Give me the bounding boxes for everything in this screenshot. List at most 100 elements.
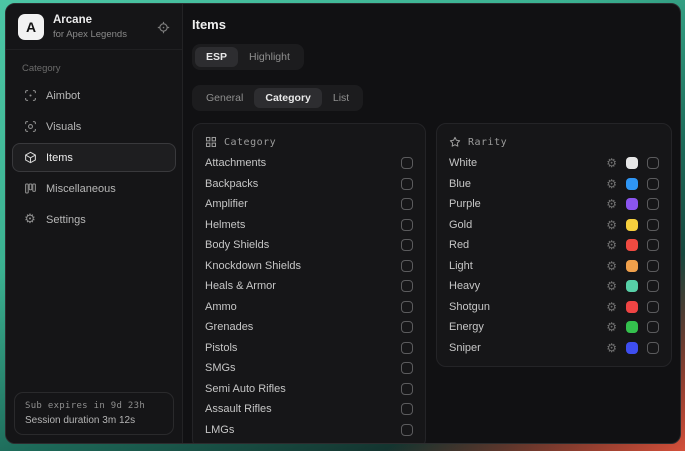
rarity-checkbox[interactable]	[647, 301, 659, 313]
tabs: General Category List	[192, 85, 363, 111]
category-row: Ammo	[205, 297, 413, 318]
category-checkbox[interactable]	[401, 280, 413, 292]
rarity-row: Red ⚙	[449, 235, 659, 256]
gear-icon[interactable]: ⚙	[606, 260, 617, 272]
rarity-row: Light ⚙	[449, 256, 659, 277]
brand-text: Arcane for Apex Legends	[53, 14, 127, 40]
gear-icon[interactable]: ⚙	[606, 178, 617, 190]
rarity-row-controls: ⚙	[606, 219, 659, 231]
category-row-label: Semi Auto Rifles	[205, 383, 401, 395]
subscription-info-box: Sub expires in 9d 23h Session duration 3…	[14, 392, 174, 435]
color-swatch[interactable]	[626, 280, 638, 292]
color-swatch[interactable]	[626, 198, 638, 210]
rarity-checkbox[interactable]	[647, 280, 659, 292]
color-swatch[interactable]	[626, 342, 638, 354]
sidebar-section-label: Category	[6, 50, 182, 79]
mode-esp-button[interactable]: ESP	[195, 47, 238, 67]
category-row: LMGs	[205, 420, 413, 441]
category-checkbox[interactable]	[401, 239, 413, 251]
sidebar-item-miscellaneous[interactable]: Miscellaneous	[12, 174, 176, 203]
tab-category[interactable]: Category	[254, 88, 322, 108]
color-swatch[interactable]	[626, 178, 638, 190]
rarity-row-controls: ⚙	[606, 198, 659, 210]
category-card-title: Category	[224, 137, 276, 148]
rarity-row-label: Gold	[449, 219, 606, 231]
category-checkbox[interactable]	[401, 362, 413, 374]
rarity-checkbox[interactable]	[647, 342, 659, 354]
category-row-label: Backpacks	[205, 178, 401, 190]
gear-icon[interactable]: ⚙	[606, 239, 617, 251]
sidebar-item-label: Miscellaneous	[46, 183, 116, 195]
rarity-checkbox[interactable]	[647, 157, 659, 169]
category-row: Heals & Armor	[205, 276, 413, 297]
target-icon[interactable]	[157, 21, 170, 34]
rarity-checkbox[interactable]	[647, 260, 659, 272]
sidebar-item-aimbot[interactable]: Aimbot	[12, 81, 176, 110]
sub-expiry-text: Sub expires in 9d 23h	[25, 401, 163, 411]
rarity-row-controls: ⚙	[606, 301, 659, 313]
gear-icon[interactable]: ⚙	[606, 321, 617, 333]
color-swatch[interactable]	[626, 260, 638, 272]
rarity-checkbox[interactable]	[647, 178, 659, 190]
gear-icon[interactable]: ⚙	[606, 280, 617, 292]
color-swatch[interactable]	[626, 301, 638, 313]
tab-list[interactable]: List	[322, 88, 360, 108]
sidebar-item-settings[interactable]: ⚙ Settings	[12, 205, 176, 234]
rarity-checkbox[interactable]	[647, 198, 659, 210]
category-row: Amplifier	[205, 194, 413, 215]
category-checkbox[interactable]	[401, 301, 413, 313]
rarity-row-label: Red	[449, 239, 606, 251]
category-checkbox[interactable]	[401, 260, 413, 272]
category-row: Assault Rifles	[205, 399, 413, 420]
rarity-checkbox[interactable]	[647, 321, 659, 333]
rarity-list: White ⚙ Blue ⚙	[449, 153, 659, 358]
category-row-label: SMGs	[205, 362, 401, 374]
rarity-row: Purple ⚙	[449, 194, 659, 215]
rarity-row: Energy ⚙	[449, 317, 659, 338]
category-row-label: Ammo	[205, 301, 401, 313]
color-swatch[interactable]	[626, 157, 638, 169]
grid-icon	[205, 136, 217, 148]
category-row-label: Grenades	[205, 321, 401, 333]
category-checkbox[interactable]	[401, 342, 413, 354]
category-checkbox[interactable]	[401, 219, 413, 231]
star-icon	[449, 136, 461, 148]
category-checkbox[interactable]	[401, 383, 413, 395]
gear-icon[interactable]: ⚙	[606, 157, 617, 169]
gear-icon[interactable]: ⚙	[606, 342, 617, 354]
mode-highlight-button[interactable]: Highlight	[238, 47, 301, 67]
category-checkbox[interactable]	[401, 198, 413, 210]
sidebar-item-label: Visuals	[46, 121, 81, 133]
color-swatch[interactable]	[626, 219, 638, 231]
color-swatch[interactable]	[626, 239, 638, 251]
color-swatch[interactable]	[626, 321, 638, 333]
gear-icon[interactable]: ⚙	[606, 301, 617, 313]
gear-icon[interactable]: ⚙	[606, 198, 617, 210]
category-row: Helmets	[205, 215, 413, 236]
rarity-checkbox[interactable]	[647, 219, 659, 231]
sidebar-item-items[interactable]: Items	[12, 143, 176, 172]
category-row-label: Attachments	[205, 157, 401, 169]
rarity-row-label: Heavy	[449, 280, 606, 292]
category-checkbox[interactable]	[401, 424, 413, 436]
category-checkbox[interactable]	[401, 403, 413, 415]
category-row-label: LMGs	[205, 424, 401, 436]
gear-icon: ⚙	[23, 213, 37, 226]
category-checkbox[interactable]	[401, 157, 413, 169]
category-row: Attachments	[205, 153, 413, 174]
rarity-row-label: Blue	[449, 178, 606, 190]
eye-icon	[23, 120, 37, 133]
gear-icon[interactable]: ⚙	[606, 219, 617, 231]
category-checkbox[interactable]	[401, 321, 413, 333]
tab-general[interactable]: General	[195, 88, 254, 108]
columns-icon	[23, 182, 37, 195]
crosshair-icon	[23, 89, 37, 102]
category-row-label: Knockdown Shields	[205, 260, 401, 272]
sidebar-item-visuals[interactable]: Visuals	[12, 112, 176, 141]
category-row-label: Pistols	[205, 342, 401, 354]
rarity-checkbox[interactable]	[647, 239, 659, 251]
tabs-row: General Category List	[192, 85, 672, 111]
rarity-row-label: Shotgun	[449, 301, 606, 313]
category-row: Knockdown Shields	[205, 256, 413, 277]
category-checkbox[interactable]	[401, 178, 413, 190]
